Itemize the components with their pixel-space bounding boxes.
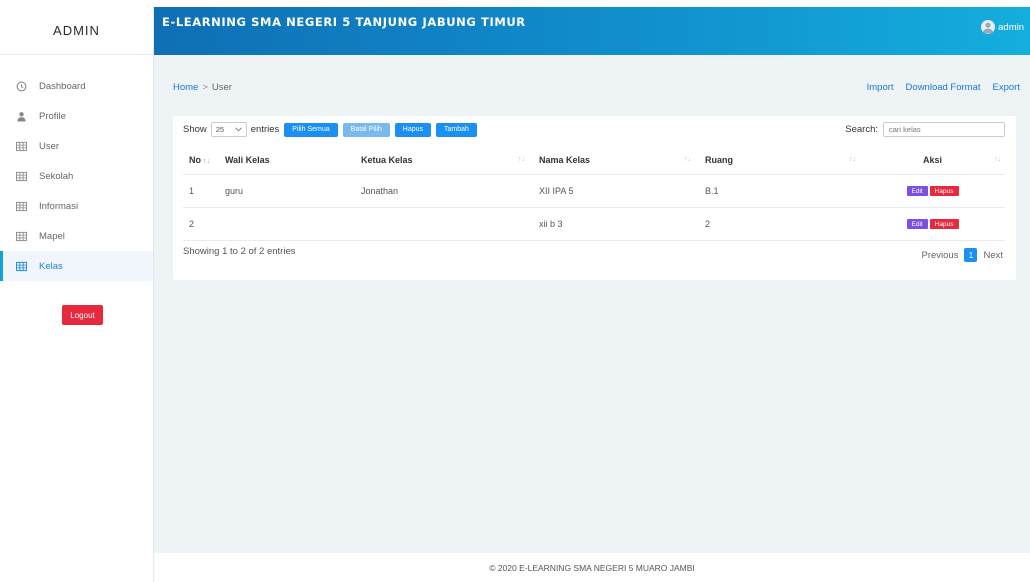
sidebar-item-label: Sekolah xyxy=(39,170,74,182)
import-link[interactable]: Import xyxy=(867,82,894,93)
show-label: Show xyxy=(183,124,207,135)
sidebar-brand: ADMIN xyxy=(0,7,153,55)
cell-wali xyxy=(219,207,355,241)
cell-wali: guru xyxy=(219,174,355,208)
sort-icon: ↑↓ xyxy=(684,156,691,163)
cell-no: 1 xyxy=(183,174,219,208)
sidebar-item-mapel[interactable]: Mapel xyxy=(0,221,153,251)
app-title: E-LEARNING SMA NEGERI 5 TANJUNG JABUNG T… xyxy=(162,15,526,29)
hapus-button[interactable]: Hapus xyxy=(394,122,432,137)
sidebar-item-label: Informasi xyxy=(39,200,79,212)
sidebar-item-sekolah[interactable]: Sekolah xyxy=(0,161,153,191)
col-ketua-kelas[interactable]: Ketua Kelas ↑↓ xyxy=(355,146,529,175)
hapus-row-button[interactable]: Hapus xyxy=(929,219,959,230)
table-row[interactable]: 2 xii b 3 2 Edit Hapus xyxy=(183,207,1005,241)
breadcrumb-separator: > xyxy=(202,82,208,93)
sort-icon: ↑↓ xyxy=(994,156,1001,163)
sidebar-item-informasi[interactable]: Informasi xyxy=(0,191,153,221)
page-1-button[interactable]: 1 xyxy=(964,248,978,262)
batal-pilih-button[interactable]: Batal Pilih xyxy=(342,122,390,137)
cell-ketua xyxy=(355,207,529,241)
edit-button[interactable]: Edit xyxy=(906,186,928,197)
table-icon xyxy=(15,260,27,272)
breadcrumb: Home > User xyxy=(173,82,232,93)
breadcrumb-current: User xyxy=(211,82,232,93)
cell-aksi: Edit Hapus xyxy=(860,174,1005,208)
col-ruang[interactable]: Ruang ↑↓ xyxy=(695,146,860,175)
table-icon xyxy=(15,200,27,212)
sidebar-item-kelas[interactable]: Kelas xyxy=(0,251,153,281)
clock-icon xyxy=(15,80,27,92)
cell-nama: XII IPA 5 xyxy=(529,174,695,208)
export-link[interactable]: Export xyxy=(993,82,1020,93)
table-info: Showing 1 to 2 of 2 entries xyxy=(183,246,296,257)
avatar-icon xyxy=(981,20,996,34)
sidebar-item-label: Kelas xyxy=(39,260,63,272)
chevron-down-icon xyxy=(234,125,242,134)
entries-value: 25 xyxy=(215,125,225,134)
previous-button[interactable]: Previous xyxy=(921,250,958,261)
user-menu[interactable]: admin xyxy=(981,20,1024,34)
sidebar-item-dashboard[interactable]: Dashboard xyxy=(0,71,153,101)
col-aksi[interactable]: Aksi ↑↓ xyxy=(860,146,1005,175)
sidebar-item-label: Profile xyxy=(39,110,66,122)
col-wali-kelas[interactable]: Wali Kelas xyxy=(219,146,355,175)
sidebar-item-user[interactable]: User xyxy=(0,131,153,161)
search-input[interactable] xyxy=(883,122,1005,137)
user-name: admin xyxy=(998,21,1024,33)
sidebar-menu: Dashboard Profile User Sekolah Informasi xyxy=(0,71,153,281)
download-format-link[interactable]: Download Format xyxy=(906,82,981,93)
cell-ketua: Jonathan xyxy=(355,174,529,208)
next-button[interactable]: Next xyxy=(983,250,1003,261)
sort-icon: ↑↓ xyxy=(203,157,210,165)
logout-button[interactable]: Logout xyxy=(62,305,103,325)
table-icon xyxy=(15,140,27,152)
pagination: Previous 1 Next xyxy=(921,248,1003,262)
table-icon xyxy=(15,230,27,242)
col-no[interactable]: No ↑↓ xyxy=(183,146,219,175)
sidebar: ADMIN Dashboard Profile User Sekolah Inf… xyxy=(0,7,154,582)
cell-ruang: B.1 xyxy=(695,174,860,208)
cell-aksi: Edit Hapus xyxy=(860,207,1005,241)
table-icon xyxy=(15,170,27,182)
user-icon xyxy=(15,110,27,122)
cell-nama: xii b 3 xyxy=(529,207,695,241)
tambah-button[interactable]: Tambah xyxy=(436,122,477,137)
header-bar: E-LEARNING SMA NEGERI 5 TANJUNG JABUNG T… xyxy=(154,7,1030,55)
top-strip xyxy=(0,0,1030,7)
sort-icon: ↑↓ xyxy=(849,156,856,163)
entries-select[interactable]: 25 xyxy=(210,122,247,137)
table-row[interactable]: 1 guru Jonathan XII IPA 5 B.1 Edit Hapus xyxy=(183,174,1005,208)
col-nama-kelas[interactable]: Nama Kelas ↑↓ xyxy=(529,146,695,175)
sort-icon: ↑↓ xyxy=(518,156,525,163)
sidebar-item-label: Mapel xyxy=(39,230,65,242)
cell-ruang: 2 xyxy=(695,207,860,241)
edit-button[interactable]: Edit xyxy=(906,219,928,230)
cell-no: 2 xyxy=(183,207,219,241)
pilih-semua-button[interactable]: Pilih Semua xyxy=(284,122,338,137)
sidebar-item-label: User xyxy=(39,140,60,152)
footer: © 2020 E-LEARNING SMA NEGERI 5 MUARO JAM… xyxy=(154,553,1030,582)
table-controls: Show 25 entries Pilih Semua Batal Pilih … xyxy=(183,122,477,137)
breadcrumb-home[interactable]: Home xyxy=(173,82,198,93)
kelas-table: No ↑↓ Wali Kelas Ketua Kelas ↑↓ Nama Kelas… xyxy=(183,146,1005,241)
sidebar-item-profile[interactable]: Profile xyxy=(0,101,153,131)
hapus-row-button[interactable]: Hapus xyxy=(929,186,959,197)
kelas-card: Show 25 entries Pilih Semua Batal Pilih … xyxy=(173,116,1016,280)
entries-label: entries xyxy=(250,124,280,135)
search-label: Search: xyxy=(845,124,878,135)
table-header-row: No ↑↓ Wali Kelas Ketua Kelas ↑↓ Nama Kelas… xyxy=(183,146,1005,175)
top-actions: Import Download Format Export xyxy=(867,82,1020,93)
sidebar-item-label: Dashboard xyxy=(39,80,86,92)
search-area: Search: xyxy=(845,122,1005,137)
